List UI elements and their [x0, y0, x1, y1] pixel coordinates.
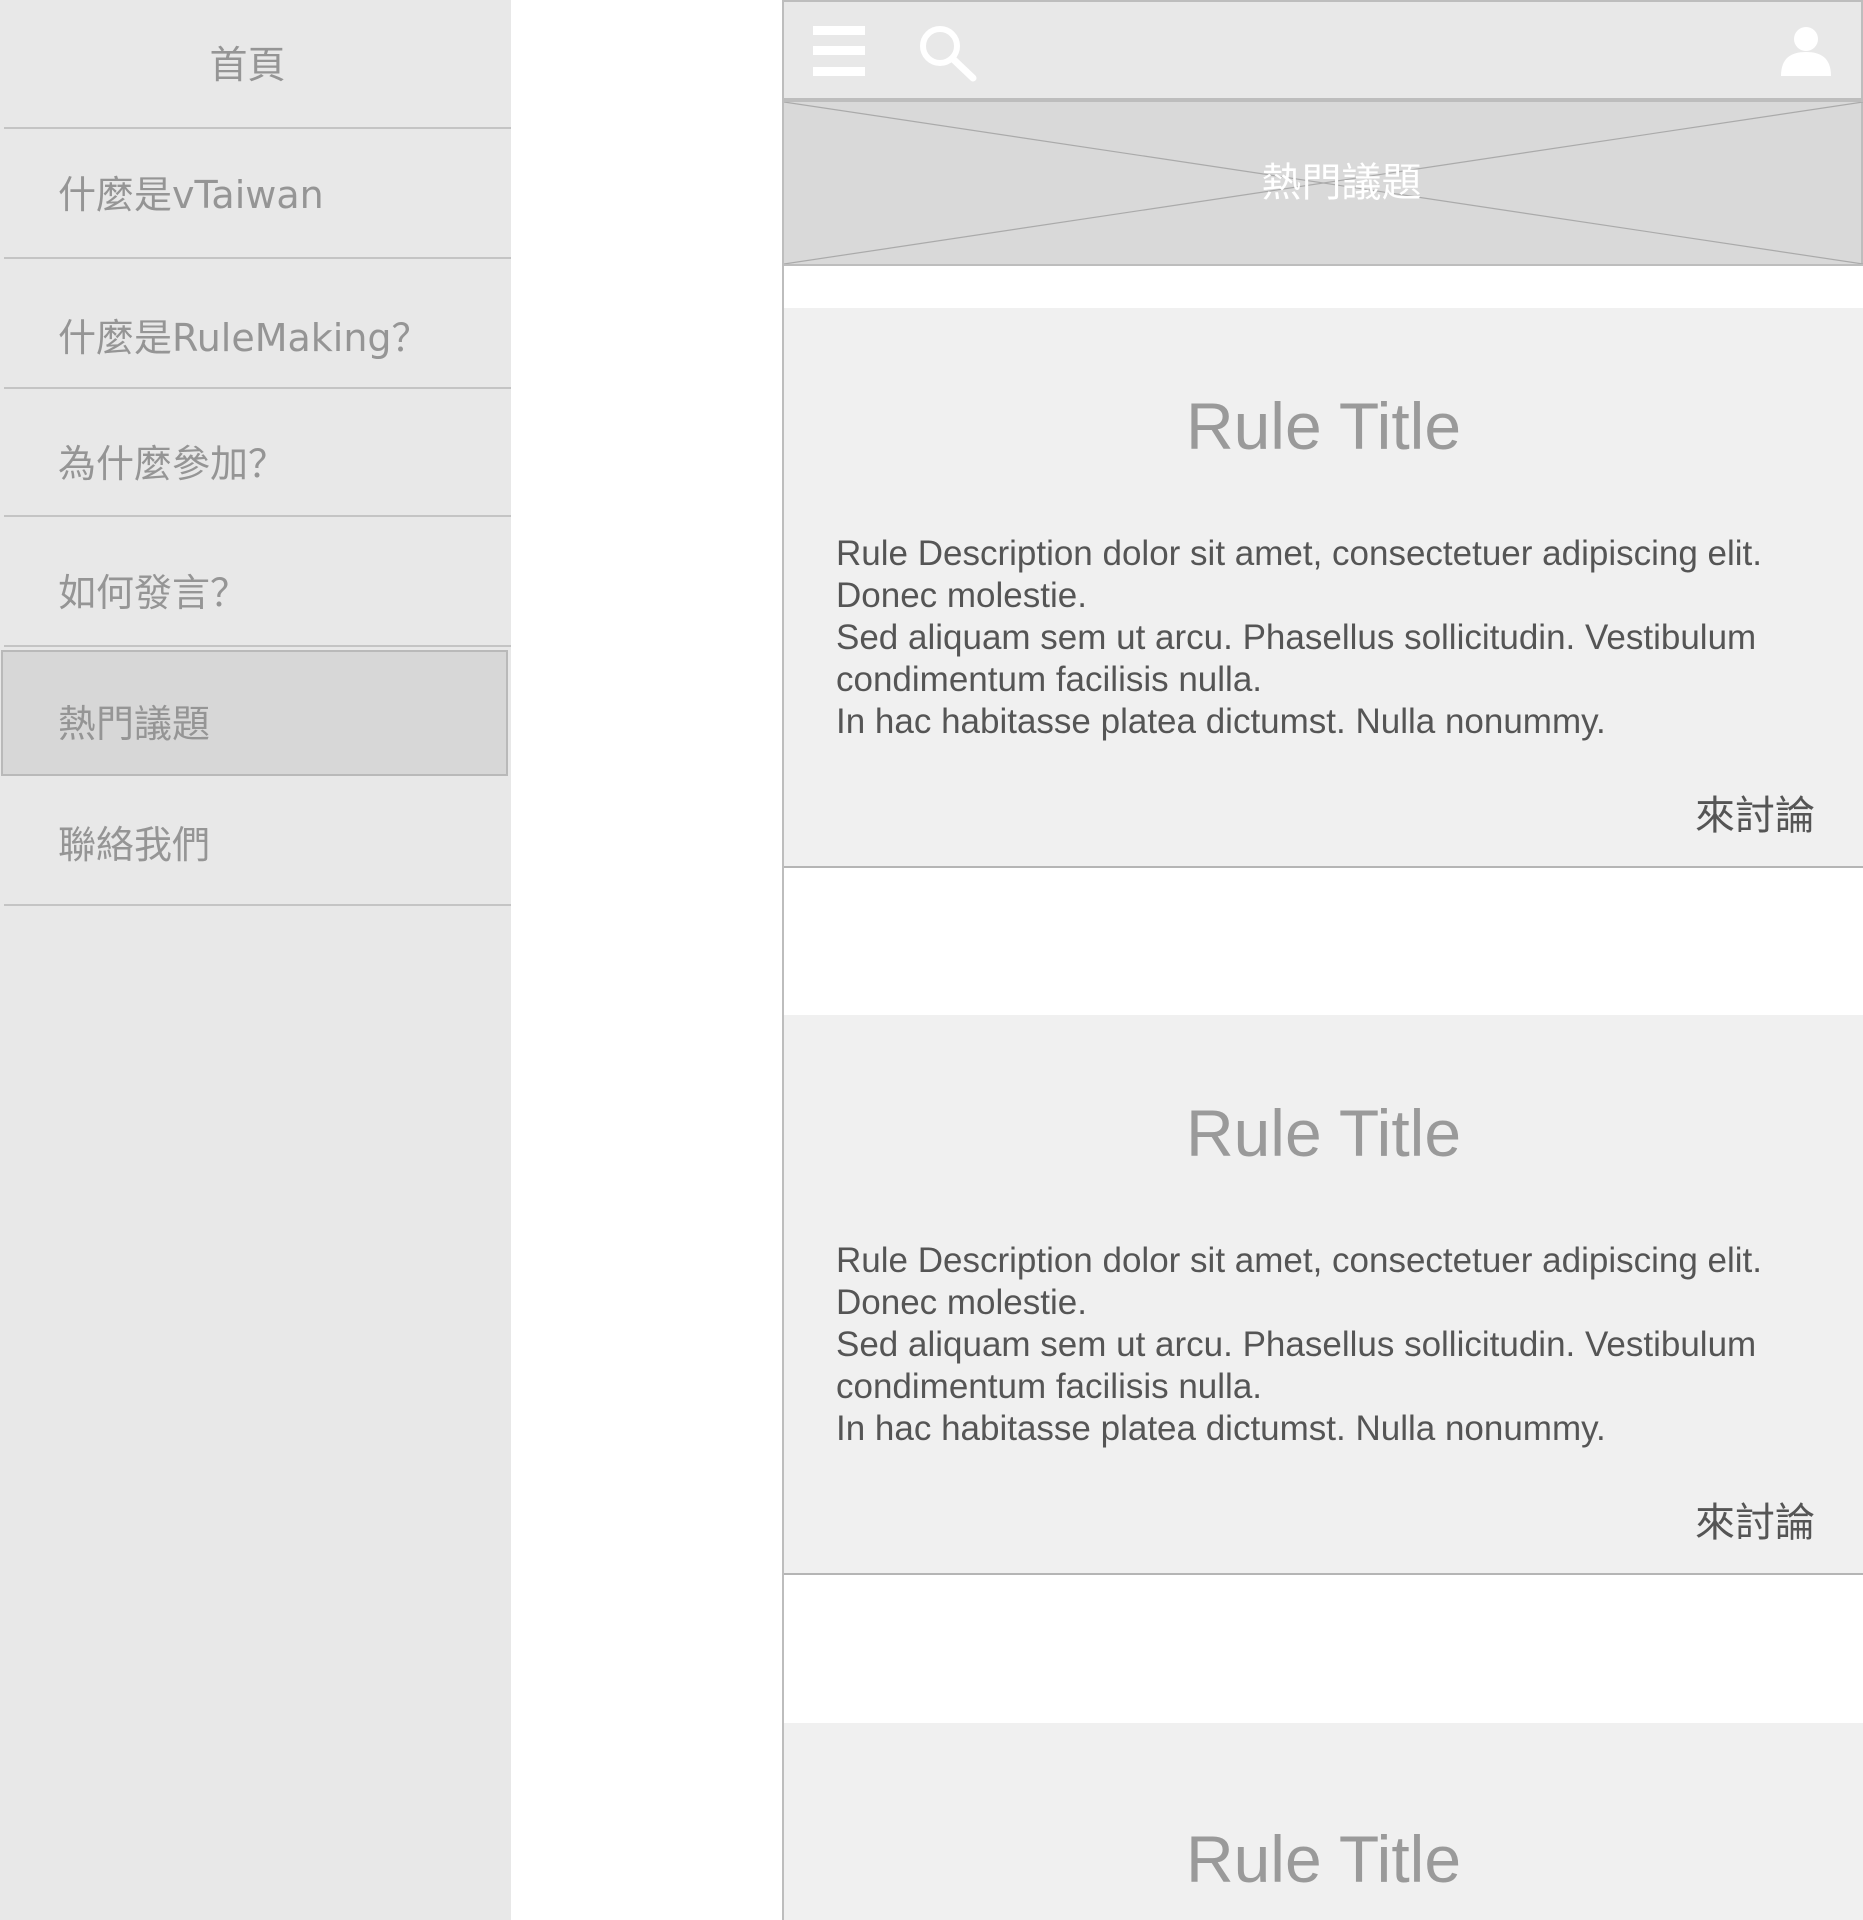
- sidebar-item-what-is-rulemaking[interactable]: 什麼是RuleMaking？: [0, 259, 511, 387]
- divider: [4, 645, 511, 647]
- description-line: Donec molestie.: [836, 1283, 1087, 1322]
- description-line: Donec molestie.: [836, 576, 1087, 615]
- main-content: 熱門議題 Rule Title Rule Description dolor s…: [782, 0, 1863, 1920]
- sidebar-item-label: 熱門議題: [58, 702, 211, 746]
- top-bar: [784, 0, 1863, 100]
- sidebar-item-label: 什麼是RuleMaking？: [58, 316, 430, 360]
- rule-description: Rule Description dolor sit amet, consect…: [836, 533, 1836, 743]
- hero-title: 熱門議題: [1261, 160, 1422, 206]
- rule-card: Rule Title Rule Description dolor sit am…: [784, 1015, 1863, 1575]
- rule-card: Rule Title Rule Description dolor sit am…: [784, 308, 1863, 868]
- sidebar-item-home[interactable]: 首頁: [0, 0, 511, 128]
- description-line: Sed aliquam sem ut arcu. Phasellus solli…: [836, 1325, 1757, 1364]
- discuss-link[interactable]: 來討論: [1695, 783, 1815, 841]
- sidebar-item-label: 如何發言？: [58, 571, 249, 615]
- description-line: Sed aliquam sem ut arcu. Phasellus solli…: [836, 618, 1757, 657]
- sidebar-item-how-to-speak[interactable]: 如何發言？: [0, 517, 511, 645]
- rule-card: Rule Title: [784, 1723, 1863, 1920]
- sidebar-item-contact-us[interactable]: 聯絡我們: [0, 778, 511, 904]
- sidebar: 首頁 什麼是vTaiwan 什麼是RuleMaking？ 為什麼參加？ 如何發言…: [0, 0, 511, 1920]
- sidebar-item-label: 為什麼參加？: [58, 442, 287, 486]
- sidebar-item-label: 什麼是vTaiwan: [58, 173, 324, 217]
- sidebar-item-what-is-vtaiwan[interactable]: 什麼是vTaiwan: [0, 129, 511, 257]
- user-icon[interactable]: [1779, 26, 1833, 76]
- description-line: In hac habitasse platea dictumst. Nulla …: [836, 702, 1606, 741]
- rule-title: Rule Title: [1185, 1096, 1462, 1170]
- rule-title: Rule Title: [1185, 1822, 1462, 1896]
- description-line: Rule Description dolor sit amet, consect…: [836, 534, 1762, 573]
- rule-title: Rule Title: [1185, 389, 1462, 463]
- sidebar-item-why-join[interactable]: 為什麼參加？: [0, 389, 511, 517]
- sidebar-item-label: 聯絡我們: [58, 823, 211, 867]
- sidebar-item-label: 首頁: [209, 43, 286, 87]
- discuss-link[interactable]: 來討論: [1695, 1490, 1815, 1548]
- divider: [4, 904, 511, 906]
- menu-icon[interactable]: [813, 26, 865, 76]
- hero-banner: 熱門議題: [784, 100, 1863, 266]
- rule-description: Rule Description dolor sit amet, consect…: [836, 1240, 1836, 1450]
- search-icon[interactable]: [918, 24, 978, 82]
- description-line: Rule Description dolor sit amet, consect…: [836, 1241, 1762, 1280]
- description-line: condimentum facilisis nulla.: [836, 1367, 1263, 1406]
- sidebar-item-hot-topics-text: 熱門議題: [0, 650, 511, 776]
- description-line: condimentum facilisis nulla.: [836, 660, 1263, 699]
- description-line: In hac habitasse platea dictumst. Nulla …: [836, 1409, 1606, 1448]
